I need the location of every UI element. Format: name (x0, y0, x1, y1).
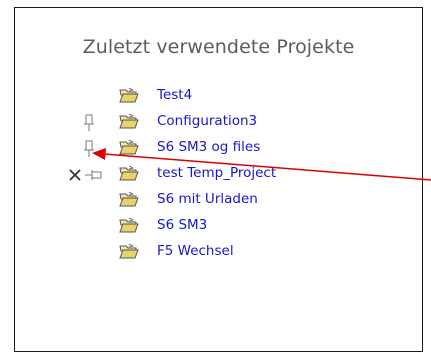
open-folder-icon (119, 113, 139, 129)
project-link[interactable]: S6 SM3 (157, 217, 207, 233)
panel-title: Zuletzt verwendete Projekte (82, 36, 355, 58)
project-link[interactable]: Configuration3 (157, 113, 257, 129)
list-item: Test4 (15, 86, 422, 108)
remove-icon[interactable] (68, 168, 82, 182)
list-item: S6 mit Urladen (15, 190, 422, 212)
project-link[interactable]: F5 Wechsel (157, 243, 234, 259)
open-folder-icon (119, 191, 139, 207)
open-folder-icon (119, 87, 139, 103)
pin-horizontal-icon[interactable] (85, 168, 103, 182)
project-link[interactable]: S6 SM3 og files (157, 139, 260, 155)
list-item: Configuration3 (15, 112, 422, 134)
open-folder-icon (119, 217, 139, 233)
project-link[interactable]: S6 mit Urladen (157, 191, 258, 207)
list-item: test Temp_Project (15, 164, 422, 186)
project-link[interactable]: test Temp_Project (157, 165, 276, 181)
list-item: S6 SM3 (15, 216, 422, 238)
pin-vertical-icon[interactable] (82, 140, 96, 158)
list-item: S6 SM3 og files (15, 138, 422, 160)
open-folder-icon (119, 165, 139, 181)
list-item: F5 Wechsel (15, 242, 422, 264)
open-folder-icon (119, 243, 139, 259)
project-link[interactable]: Test4 (157, 87, 192, 103)
pin-vertical-icon[interactable] (82, 114, 96, 132)
recent-projects-panel: Zuletzt verwendete Projekte Test4 Config… (14, 7, 423, 352)
open-folder-icon (119, 139, 139, 155)
